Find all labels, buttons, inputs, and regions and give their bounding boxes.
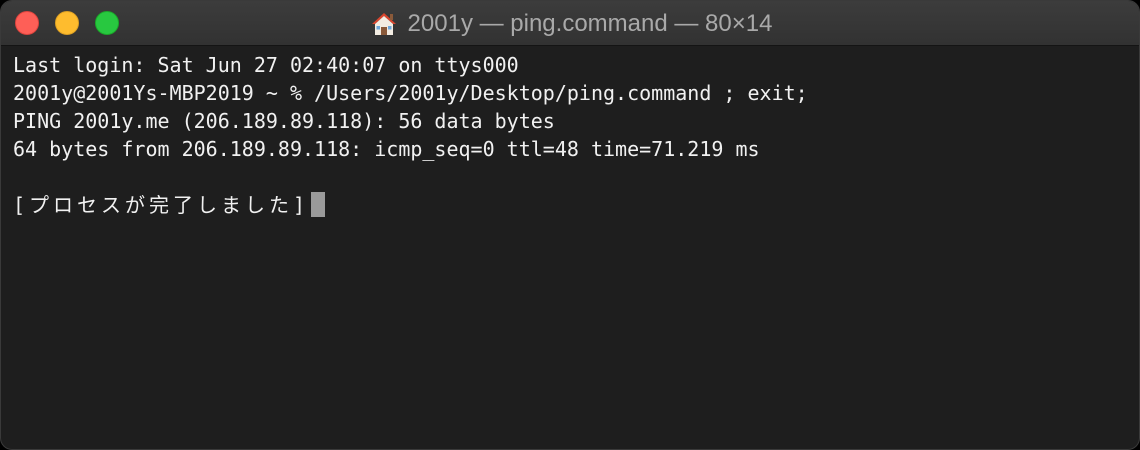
text-cursor	[311, 192, 326, 217]
window-title-text: 2001y — ping.command — 80×14	[407, 9, 773, 37]
title-bar[interactable]: 2001y — ping.command — 80×14	[1, 1, 1139, 46]
terminal-line: Last login: Sat Jun 27 02:40:07 on ttys0…	[13, 53, 519, 77]
terminal-window: 2001y — ping.command — 80×14 Last login:…	[0, 0, 1140, 450]
house-icon	[370, 11, 398, 37]
window-title: 2001y — ping.command — 80×14	[1, 1, 1139, 46]
process-completed-text: [プロセスが完了しました]	[13, 193, 310, 217]
terminal-line-process-done: [プロセスが完了しました]	[13, 191, 1129, 219]
terminal-output[interactable]: Last login: Sat Jun 27 02:40:07 on ttys0…	[1, 46, 1139, 449]
terminal-line: PING 2001y.me (206.189.89.118): 56 data …	[13, 109, 555, 133]
terminal-line: 64 bytes from 206.189.89.118: icmp_seq=0…	[13, 137, 760, 161]
terminal-line: 2001y@2001Ys-MBP2019 ~ % /Users/2001y/De…	[13, 81, 808, 105]
